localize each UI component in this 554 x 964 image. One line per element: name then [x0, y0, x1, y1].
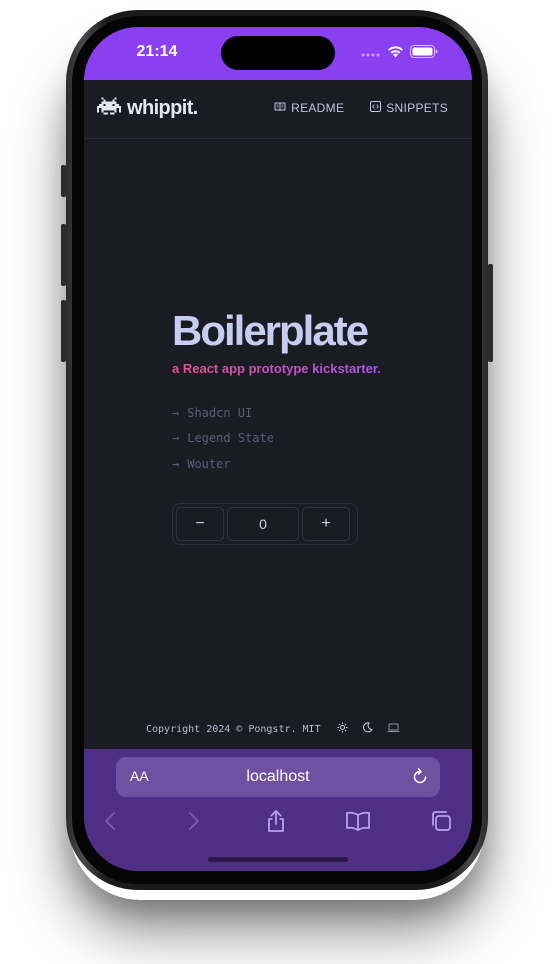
dynamic-island	[221, 36, 335, 70]
mute-switch	[61, 165, 66, 197]
power-button	[488, 264, 493, 362]
app-logo[interactable]: whippit.	[97, 97, 198, 120]
book-icon	[274, 101, 286, 115]
battery-icon	[410, 45, 438, 63]
list-item: → Legend State	[172, 426, 381, 452]
status-icons	[361, 45, 438, 63]
nav-snippets-label: SNIPPETS	[386, 101, 448, 115]
status-time: 21:14	[136, 43, 178, 60]
nav-readme-label: README	[291, 101, 345, 115]
counter-control: − 0 +	[172, 503, 358, 545]
increment-button[interactable]: +	[302, 507, 350, 541]
feature-list: → Shadcn UI → Legend State → Wouter	[172, 400, 381, 477]
list-item: → Wouter	[172, 451, 381, 477]
feature-label: Wouter	[187, 456, 231, 471]
arrow-right-icon: →	[172, 431, 180, 446]
address-bar[interactable]: AA localhost	[116, 757, 440, 797]
forward-icon[interactable]	[180, 807, 208, 835]
share-icon[interactable]	[262, 807, 290, 835]
volume-up-button	[61, 224, 66, 286]
space-invader-icon	[97, 97, 121, 120]
arrow-right-icon: →	[172, 405, 180, 420]
bookmarks-icon[interactable]	[344, 807, 372, 835]
reload-icon[interactable]	[412, 767, 428, 790]
counter-value: 0	[227, 507, 299, 541]
copyright-text: Copyright 2024 © Pongstr. MIT	[146, 723, 321, 735]
footer: Copyright 2024 © Pongstr. MIT	[146, 722, 400, 736]
sun-icon[interactable]	[337, 722, 348, 736]
signal-dots-icon	[361, 45, 381, 63]
back-icon[interactable]	[96, 807, 124, 835]
feature-label: Legend State	[187, 431, 274, 446]
app-header: whippit. README SNIPPETS	[84, 80, 472, 139]
arrow-right-icon: →	[172, 456, 180, 471]
feature-label: Shadcn UI	[187, 405, 253, 420]
decrement-button[interactable]: −	[176, 507, 224, 541]
top-nav: README SNIPPETS	[274, 101, 448, 115]
home-indicator	[208, 857, 348, 862]
volume-down-button	[61, 300, 66, 362]
theme-switcher	[337, 722, 400, 736]
hero-section: Boilerplate a React app prototype kickst…	[172, 307, 381, 477]
page-title: Boilerplate	[172, 307, 369, 354]
phone-screen: 21:14 whippit. README SNIPPETS Boilerpla…	[84, 27, 472, 871]
status-bar: 21:14	[84, 27, 472, 80]
logo-text: whippit.	[127, 97, 198, 119]
laptop-icon[interactable]	[387, 723, 400, 736]
nav-readme-link[interactable]: README	[274, 101, 344, 115]
tabs-icon[interactable]	[427, 807, 455, 835]
wifi-icon	[387, 45, 404, 63]
url-text: localhost	[246, 768, 310, 785]
list-item: → Shadcn UI	[172, 400, 381, 426]
nav-snippets-link[interactable]: SNIPPETS	[370, 101, 448, 115]
browser-toolbar: AA localhost	[84, 749, 472, 871]
page-subtitle: a React app prototype kickstarter.	[172, 361, 381, 376]
code-square-icon	[370, 101, 382, 115]
moon-icon[interactable]	[362, 722, 373, 736]
browser-nav-bar	[84, 807, 472, 837]
